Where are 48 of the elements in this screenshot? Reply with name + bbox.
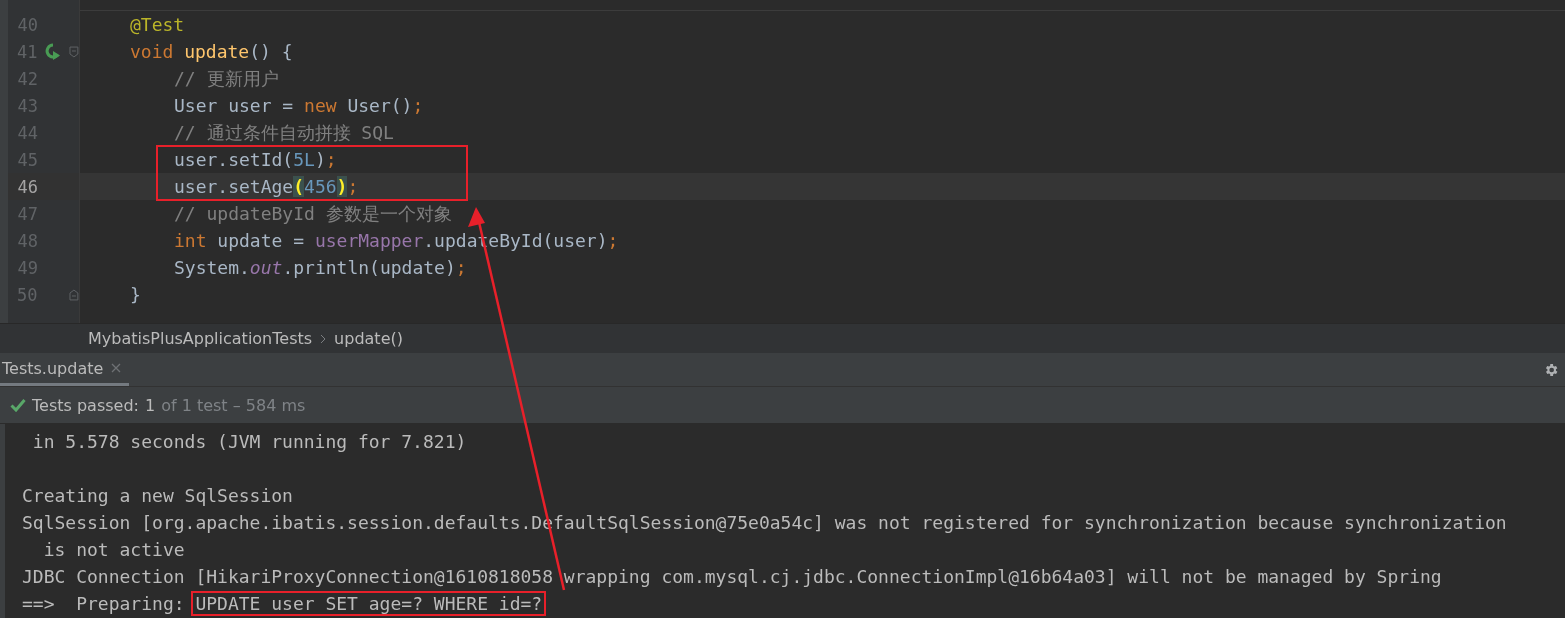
code-token: ; (455, 257, 467, 278)
code-token: update (184, 41, 250, 62)
code-token: } (130, 284, 141, 305)
code-token: void (130, 41, 175, 62)
code-token: user.setId( (174, 149, 294, 170)
code-token: User() (347, 95, 413, 116)
code-token: System. (174, 257, 250, 278)
console-text: in 5.578 seconds (JVM running for 7.821) (32, 431, 467, 452)
run-icon[interactable] (44, 42, 63, 61)
code-token: ; (607, 230, 619, 251)
code-token: new (304, 95, 338, 116)
code-token: ( (293, 176, 305, 197)
passed-count: 1 (144, 395, 156, 415)
breadcrumb-item[interactable]: update() (334, 329, 403, 348)
code-token: User user = (174, 95, 295, 116)
settings-icon[interactable] (1543, 361, 1559, 378)
code-token: // updateById 参数是一个对象 (174, 201, 452, 226)
code-token: ; (412, 95, 424, 116)
code-token: userMapper (314, 230, 424, 251)
code-token: .println(update) (282, 257, 456, 278)
line-number: 46 (16, 176, 38, 197)
status-label: Tests passed: (32, 395, 139, 415)
code-token: @Test (130, 14, 185, 35)
highlighted-sql: UPDATE user SET age=? WHERE id=? (191, 591, 547, 616)
console-text: JDBC Connection [HikariProxyConnection@1610818058 wrapping com.mysql.cj.jdbc.ConnectionImpl@16b64a03] will not be managed by Spring (22, 566, 1442, 587)
close-icon[interactable] (111, 363, 122, 373)
breadcrumb-item[interactable]: MybatisPlusApplicationTests (88, 329, 313, 348)
code-token: 5L (293, 149, 315, 170)
code-token: ) (336, 176, 348, 197)
code-token: update = (217, 230, 306, 251)
check-icon (10, 398, 26, 412)
code-token: 456 (304, 176, 337, 197)
code-token: out (249, 257, 283, 278)
code-token: ; (347, 176, 359, 197)
chevron-icon (320, 333, 327, 344)
code-token: () { (249, 41, 293, 62)
fold-marker-icon[interactable] (69, 288, 79, 301)
console-text: is not active (43, 539, 185, 560)
console-text: Creating a new SqlSession (22, 485, 293, 506)
code-token: int (174, 230, 208, 251)
status-detail: of 1 test – 584 ms (161, 395, 306, 415)
code-token: user.setAge (174, 176, 294, 197)
code-token: ) (314, 149, 326, 170)
code-token: ; (325, 149, 337, 170)
fold-marker-icon[interactable] (69, 45, 79, 58)
code-token: // 通过条件自动拼接 SQL (174, 120, 394, 145)
code-token: // 更新用户 (174, 66, 279, 91)
console-text: ==> Preparing: (22, 593, 186, 614)
